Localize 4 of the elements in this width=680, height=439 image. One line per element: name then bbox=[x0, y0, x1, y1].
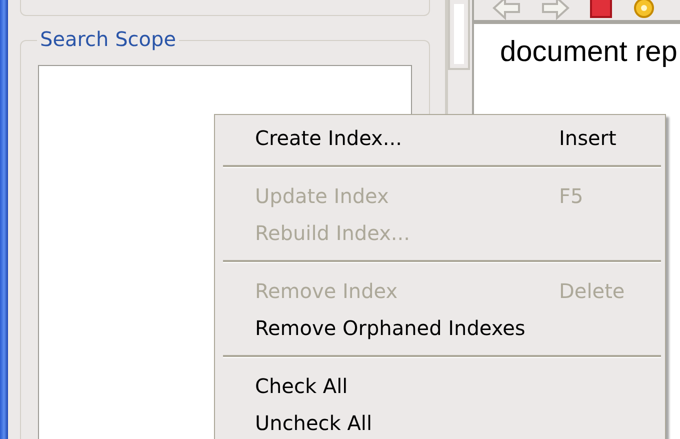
shortcut-label: F5 bbox=[559, 184, 584, 208]
document-text: document rep bbox=[500, 36, 678, 68]
shortcut-label: Insert bbox=[559, 126, 616, 150]
shortcut-label: Delete bbox=[559, 278, 625, 302]
